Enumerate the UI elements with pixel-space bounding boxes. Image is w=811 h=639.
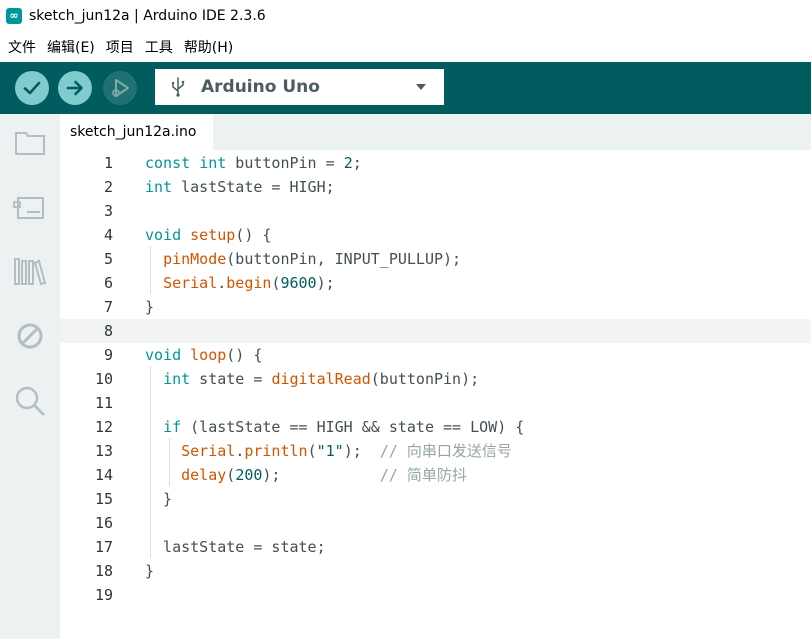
- usb-icon: [172, 77, 185, 97]
- code-line[interactable]: 7}: [60, 295, 811, 319]
- line-number: 19: [94, 586, 113, 604]
- code-text: }: [145, 562, 155, 580]
- code-line[interactable]: 16: [60, 511, 811, 535]
- board-name: Arduino Uno: [201, 77, 320, 97]
- library-icon[interactable]: [13, 254, 47, 288]
- debug-play-icon: [112, 79, 129, 97]
- tab-sketch-file[interactable]: sketch_jun12a.ino: [60, 114, 213, 150]
- sidebar: [0, 114, 60, 639]
- code-line[interactable]: 17 lastState = state;: [60, 535, 811, 559]
- code-text: int state = digitalRead(buttonPin);: [163, 370, 480, 388]
- line-number: 11: [94, 394, 113, 412]
- code-editor[interactable]: 1 const int buttonPin = 2; 2 int lastState …: [60, 150, 811, 639]
- debug-icon[interactable]: [13, 319, 47, 353]
- code-line[interactable]: 13 Serial.println("1"); // 向串口发送信号: [60, 439, 811, 463]
- code-text: }: [145, 298, 155, 316]
- line-number: 18: [94, 562, 113, 580]
- line-number: 6: [103, 274, 113, 292]
- code-text: }: [145, 490, 173, 508]
- code-line[interactable]: 4 void setup() {: [60, 223, 811, 247]
- line-number: 12: [94, 418, 113, 436]
- code-text: lastState = state;: [145, 538, 326, 556]
- upload-button[interactable]: [58, 71, 92, 105]
- code-line[interactable]: 14 delay(200); // 简单防抖: [60, 463, 811, 487]
- line-number: 4: [103, 226, 113, 244]
- board-manager-icon[interactable]: [13, 190, 47, 224]
- menu-file[interactable]: 文件: [8, 37, 36, 57]
- code-text: int lastState = HIGH;: [145, 178, 335, 196]
- tab-strip: sketch_jun12a.ino: [60, 114, 811, 150]
- code-text: Serial.begin(9600);: [163, 274, 335, 292]
- line-number: 1: [103, 154, 113, 172]
- line-number: 16: [94, 514, 113, 532]
- code-line[interactable]: 8: [60, 319, 811, 343]
- verify-button[interactable]: [15, 71, 49, 105]
- search-icon[interactable]: [13, 384, 47, 418]
- tab-label: sketch_jun12a.ino: [70, 124, 197, 140]
- toolbar: Arduino Uno: [0, 62, 811, 114]
- line-number: 8: [103, 322, 113, 340]
- code-line[interactable]: 12 if (lastState == HIGH && state == LOW…: [60, 415, 811, 439]
- code-text: pinMode(buttonPin, INPUT_PULLUP);: [163, 250, 462, 268]
- arduino-app-icon: ∞: [6, 7, 22, 24]
- code-line[interactable]: 6 Serial.begin(9600);: [60, 271, 811, 295]
- code-line[interactable]: 5 pinMode(buttonPin, INPUT_PULLUP);: [60, 247, 811, 271]
- menu-sketch[interactable]: 项目: [106, 37, 134, 57]
- menu-tools[interactable]: 工具: [145, 37, 173, 57]
- code-line[interactable]: 3: [60, 199, 811, 223]
- line-number: 7: [103, 298, 113, 316]
- code-line[interactable]: 1 const int buttonPin = 2;: [60, 151, 811, 175]
- code-text: if (lastState == HIGH && state == LOW) {: [163, 418, 525, 436]
- line-number: 2: [103, 178, 113, 196]
- window-title: sketch_jun12a | Arduino IDE 2.3.6: [29, 7, 266, 24]
- line-number: 13: [94, 442, 113, 460]
- board-selector[interactable]: Arduino Uno: [155, 69, 444, 105]
- code-line[interactable]: 11: [60, 391, 811, 415]
- menu-bar: 文件 编辑(E) 项目 工具 帮助(H): [0, 31, 811, 62]
- arrow-right-icon: [66, 80, 83, 96]
- code-text: void loop() {: [145, 346, 263, 364]
- line-number: 17: [94, 538, 113, 556]
- code-line[interactable]: 9 void loop() {: [60, 343, 811, 367]
- line-number: 15: [94, 490, 113, 508]
- line-number: 9: [103, 346, 113, 364]
- code-line[interactable]: 15 }: [60, 487, 811, 511]
- line-number: 14: [94, 466, 113, 484]
- chevron-down-icon: [416, 84, 426, 90]
- code-line[interactable]: 19: [60, 583, 811, 607]
- code-text: const int buttonPin = 2;: [145, 154, 362, 172]
- debug-button[interactable]: [103, 71, 137, 105]
- code-text: Serial.println("1"); // 向串口发送信号: [181, 442, 512, 460]
- title-bar: ∞ sketch_jun12a | Arduino IDE 2.3.6: [0, 0, 811, 31]
- checkmark-icon: [23, 81, 41, 95]
- code-line[interactable]: 10 int state = digitalRead(buttonPin);: [60, 367, 811, 391]
- code-line[interactable]: 2 int lastState = HIGH;: [60, 175, 811, 199]
- line-number: 3: [103, 202, 113, 220]
- line-number: 5: [103, 250, 113, 268]
- code-line[interactable]: 18}: [60, 559, 811, 583]
- line-number: 10: [94, 370, 113, 388]
- code-text: void setup() {: [145, 226, 272, 244]
- code-text: delay(200); // 简单防抖: [181, 466, 467, 484]
- folder-icon[interactable]: [13, 125, 47, 159]
- menu-edit[interactable]: 编辑(E): [47, 37, 95, 57]
- menu-help[interactable]: 帮助(H): [184, 37, 233, 57]
